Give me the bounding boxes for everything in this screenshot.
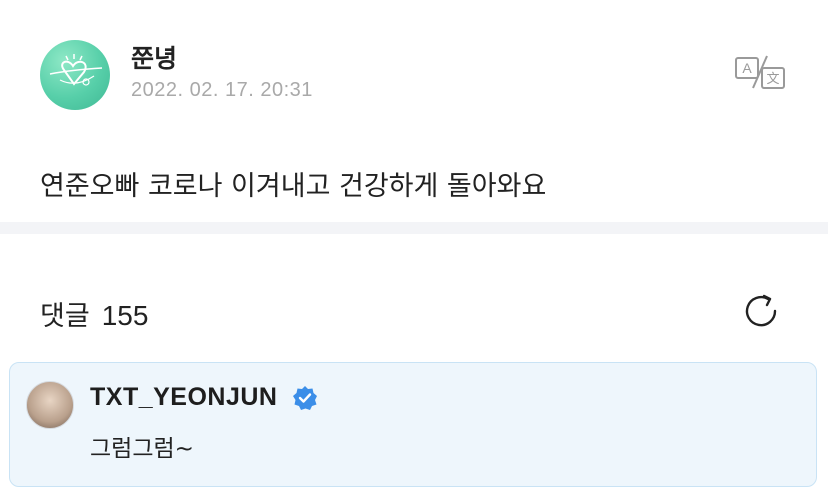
svg-text:A: A <box>742 60 752 76</box>
artist-comment: TXT_YEONJUN 그럼그럼~ <box>9 362 817 487</box>
comment-author-avatar[interactable] <box>26 381 74 429</box>
comment-count-label: 댓글 155 <box>40 294 148 333</box>
translate-icon: A 文 <box>735 55 785 89</box>
comments-header: 댓글 155 <box>0 234 828 362</box>
section-divider <box>0 222 828 234</box>
refresh-icon <box>745 294 777 327</box>
comment-text: 그럼그럼~ <box>90 436 194 462</box>
comment-author-name[interactable]: TXT_YEONJUN <box>90 383 277 412</box>
comments-label: 댓글 <box>40 301 90 332</box>
refresh-button[interactable] <box>740 290 782 332</box>
author-avatar[interactable] <box>40 40 110 110</box>
verified-badge-icon <box>293 386 317 410</box>
post-timestamp: 2022. 02. 17. 20:31 <box>131 79 313 101</box>
heart-doodle-icon <box>49 54 103 86</box>
post-body: 연준오빠 코로나 이겨내고 건강하게 돌아와요 <box>40 171 547 202</box>
post-card: 쭌녕 2022. 02. 17. 20:31 A 文 연준오빠 코로나 이겨내고… <box>0 0 828 222</box>
translate-button[interactable]: A 文 <box>733 54 787 92</box>
author-name[interactable]: 쭌녕 <box>131 39 177 75</box>
svg-text:文: 文 <box>766 72 779 87</box>
comments-count: 155 <box>101 300 149 331</box>
